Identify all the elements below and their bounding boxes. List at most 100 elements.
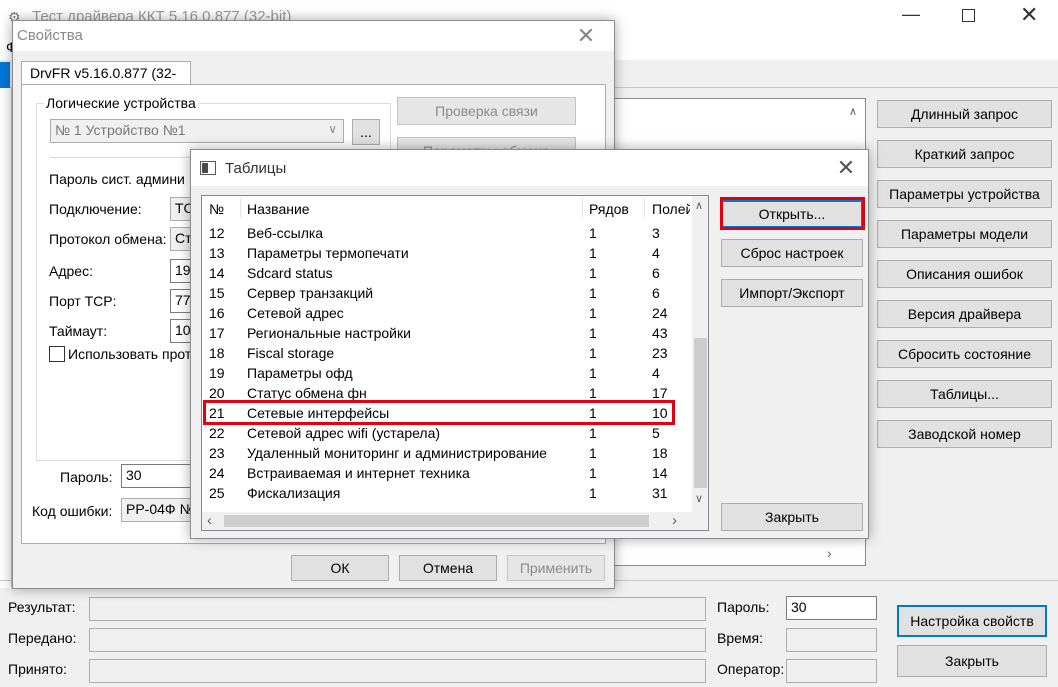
table-cell: 1 (589, 225, 597, 241)
timeout-label: Таймаут: (49, 323, 108, 339)
error-descriptions-button[interactable]: Описания ошибок (877, 260, 1052, 288)
minimize-icon[interactable]: — (902, 4, 920, 25)
table-cell: 24 (209, 465, 225, 481)
import-export-button[interactable]: Импорт/Экспорт (721, 279, 863, 307)
table-row[interactable]: 19 Параметры офд 1 4 (202, 364, 692, 384)
dialog-password-label: Пароль: (60, 469, 113, 485)
table-cell: 18 (209, 345, 225, 361)
tables-button[interactable]: Таблицы... (877, 380, 1052, 408)
reset-state-button[interactable]: Сбросить состояние (877, 340, 1052, 368)
protocol-label: Протокол обмена: (49, 231, 167, 247)
vertical-scroll-thumb[interactable] (694, 338, 707, 488)
main-close-button[interactable]: Закрыть (897, 645, 1047, 677)
scroll-right-icon[interactable]: › (827, 545, 832, 561)
table-cell: 22 (209, 425, 225, 441)
table-cell: 12 (209, 225, 225, 241)
scroll-down-arrow-icon[interactable]: ∨ (695, 492, 703, 505)
bottom-panel: Результат: Передано: Принято: Пароль: 30… (0, 580, 1058, 687)
table-row[interactable]: 24 Встраиваемая и интернет техника 1 14 (202, 464, 692, 484)
table-row[interactable]: 16 Сетевой адрес 1 24 (202, 304, 692, 324)
table-cell: Параметры термопечати (247, 245, 409, 261)
table-row[interactable]: 23 Удаленный мониторинг и администрирован… (202, 444, 692, 464)
properties-tab[interactable]: DrvFR v5.16.0.877 (32-bit) (21, 61, 191, 97)
table-cell: 4 (652, 245, 660, 261)
table-cell: Сетевой адрес wifi (устарела) (247, 425, 441, 441)
tables-dialog: Таблицы ✕ № Название Рядов Полей 12 Веб-с… (190, 149, 869, 539)
horizontal-scrollbar[interactable]: ‹ › (202, 512, 692, 530)
col-header-rows[interactable]: Рядов (589, 201, 629, 217)
maximize-icon[interactable] (962, 9, 975, 22)
table-row[interactable]: 17 Региональные настройки 1 43 (202, 324, 692, 344)
properties-apply-button[interactable]: Применить (507, 555, 605, 581)
error-code-label: Код ошибки: (32, 503, 113, 519)
table-cell: 1 (589, 385, 597, 401)
settings-properties-button[interactable]: Настройка свойств (897, 605, 1047, 637)
check-connection-button[interactable]: Проверка связи (397, 97, 576, 125)
model-params-button[interactable]: Параметры модели (877, 220, 1052, 248)
table-cell: 6 (652, 265, 660, 281)
scroll-up-icon[interactable]: ∧ (849, 105, 857, 118)
table-cell: 1 (589, 265, 597, 281)
table-row[interactable]: 25 Фискализация 1 31 (202, 484, 692, 504)
device-select[interactable]: № 1 Устройство №1 ∨ (50, 119, 344, 143)
table-cell: Веб-ссылка (247, 225, 324, 241)
device-params-button[interactable]: Параметры устройства (877, 180, 1052, 208)
reset-settings-button[interactable]: Сброс настроек (721, 239, 863, 267)
error-code-field: РР-04Ф № (121, 498, 201, 522)
table-cell: 1 (589, 305, 597, 321)
table-cell: Сетевой адрес (247, 305, 344, 321)
col-header-name[interactable]: Название (247, 201, 310, 217)
col-divider (644, 198, 645, 218)
use-protocol-checkbox[interactable] (49, 346, 65, 362)
tables-close-button[interactable]: Закрыть (721, 503, 863, 531)
table-cell: Удаленный мониторинг и администрирование (247, 445, 547, 461)
table-cell: 6 (652, 285, 660, 301)
table-cell: 1 (589, 325, 597, 341)
table-cell: Региональные настройки (247, 325, 411, 341)
main-tab-selected[interactable] (0, 62, 10, 88)
table-cell: 19 (209, 365, 225, 381)
scroll-right-arrow-icon[interactable]: › (672, 512, 677, 529)
col-divider (240, 198, 241, 218)
close-icon[interactable]: ✕ (1020, 2, 1038, 28)
table-row[interactable]: 14 Sdcard status 1 6 (202, 264, 692, 284)
device-ellipsis-button[interactable]: ... (352, 119, 380, 145)
table-cell: 14 (209, 265, 225, 281)
properties-ok-button[interactable]: ОК (291, 555, 389, 581)
result-field (89, 597, 706, 621)
operator-label: Оператор: (717, 661, 785, 677)
table-cell: 15 (209, 285, 225, 301)
dialog-password-input[interactable]: 30 (121, 464, 201, 488)
properties-close-icon[interactable]: ✕ (566, 22, 606, 50)
driver-version-button[interactable]: Версия драйвера (877, 300, 1052, 328)
time-field (786, 628, 877, 652)
serial-number-button[interactable]: Заводской номер (877, 420, 1052, 448)
col-header-num[interactable]: № (209, 201, 224, 217)
table-cell: 17 (209, 325, 225, 341)
use-protocol-label: Использовать прот (68, 346, 192, 362)
table-cell: Sdcard status (247, 265, 333, 281)
long-request-button[interactable]: Длинный запрос (877, 100, 1052, 128)
vertical-scrollbar[interactable]: ∧ ∨ (692, 196, 708, 512)
bottom-password-input[interactable]: 30 (786, 596, 877, 620)
horizontal-scroll-thumb[interactable] (224, 515, 649, 527)
selected-row-highlight (203, 400, 675, 425)
scroll-up-arrow-icon[interactable]: ∧ (695, 199, 703, 212)
table-row[interactable]: 13 Параметры термопечати 1 4 (202, 244, 692, 264)
col-header-fields[interactable]: Полей (652, 201, 690, 217)
table-row[interactable]: 18 Fiscal storage 1 23 (202, 344, 692, 364)
table-cell: 1 (589, 285, 597, 301)
tcp-port-label: Порт TCP: (49, 293, 117, 309)
tables-close-icon[interactable]: ✕ (826, 154, 866, 182)
tables-list: № Название Рядов Полей 12 Веб-ссылка 1 3 13… (201, 195, 709, 531)
short-request-button[interactable]: Краткий запрос (877, 140, 1052, 168)
table-row[interactable]: 12 Веб-ссылка 1 3 (202, 224, 692, 244)
table-cell: 23 (652, 345, 668, 361)
table-row[interactable]: 15 Сервер транзакций 1 6 (202, 284, 692, 304)
properties-cancel-button[interactable]: Отмена (399, 555, 497, 581)
table-row[interactable]: 22 Сетевой адрес wifi (устарела) 1 5 (202, 424, 692, 444)
table-cell: 1 (589, 425, 597, 441)
tables-titlebar: Таблицы ✕ (191, 150, 868, 186)
scroll-left-arrow-icon[interactable]: ‹ (207, 512, 212, 529)
result-label: Результат: (8, 599, 76, 615)
